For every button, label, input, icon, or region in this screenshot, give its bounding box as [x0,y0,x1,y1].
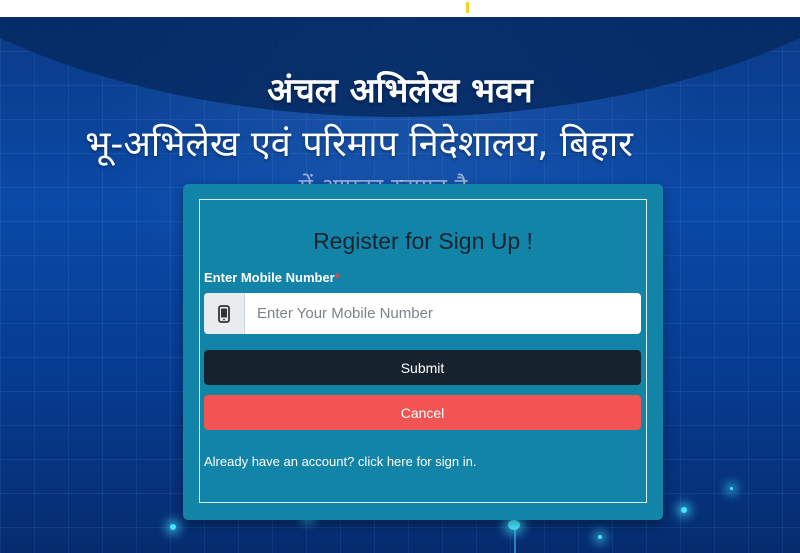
mobile-number-input[interactable] [245,293,637,334]
submit-button[interactable]: Submit [204,350,641,385]
glow-dot [170,524,176,530]
page-subtitle: भू-अभिलेख एवं परिमाप निदेशालय, बिहार [85,124,633,165]
mobile-phone-icon [218,304,230,323]
page-title: अंचल अभिलेख भवन [267,71,533,111]
glow-dot [598,535,602,539]
top-bar [0,0,800,17]
required-marker: * [334,270,340,285]
mobile-label-text: Enter Mobile Number [204,270,335,285]
top-bar-marker [466,2,469,13]
mobile-input-addon [204,293,245,334]
mobile-number-label: Enter Mobile Number* [204,270,340,285]
cancel-button[interactable]: Cancel [204,395,641,430]
glow-dot [681,507,687,513]
form-heading: Register for Sign Up ! [313,228,533,254]
sign-in-link[interactable]: Already have an account? click here for … [204,454,476,469]
glow-dot [508,520,520,530]
mobile-input-group [204,293,641,334]
register-card: Register for Sign Up ! Enter Mobile Numb… [183,184,663,520]
glow-dot [730,487,733,490]
